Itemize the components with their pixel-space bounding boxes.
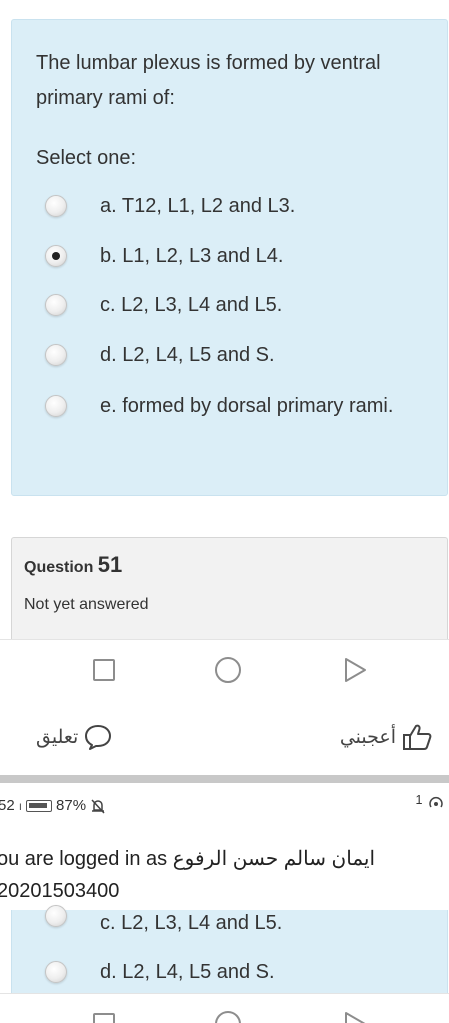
radio-option-d[interactable] (45, 344, 67, 366)
alarm-off-icon (91, 798, 105, 814)
status-number: 52 (0, 797, 15, 814)
radio-option-e[interactable] (45, 395, 67, 417)
comment-button[interactable]: تعليق (36, 722, 112, 752)
thumbs-up-icon (403, 724, 432, 750)
status-bar-right: 1 ! (416, 793, 449, 814)
post-divider (0, 775, 449, 783)
radio-option-b-selected[interactable] (45, 245, 67, 267)
notification-count: 1 (415, 793, 423, 807)
second-back-icon[interactable] (342, 1010, 368, 1023)
android-nav-bar (0, 639, 449, 700)
second-screenshot: 52 ı 87% 1 ! ou are logged in as ايمان س… (0, 783, 449, 1023)
option-a-label[interactable]: a. T12, L1, L2 and L3. (100, 190, 295, 222)
second-radio-option-c[interactable] (45, 905, 67, 927)
like-button[interactable]: أعجبني (340, 722, 432, 752)
second-home-icon[interactable] (215, 1011, 241, 1023)
battery-percent: 87% (56, 797, 87, 814)
option-c-label[interactable]: c. L2, L3, L4 and L5. (100, 289, 282, 321)
question-text: The lumbar plexus is formed by ventral p… (36, 52, 381, 109)
radio-option-a[interactable] (45, 195, 67, 217)
student-id: 20201503400 (0, 880, 120, 902)
back-icon[interactable] (342, 656, 368, 684)
signal-icon: ı (18, 798, 23, 813)
second-android-nav-bar (0, 993, 449, 1023)
question-card: The lumbar plexus is formed by ventral p… (11, 19, 448, 496)
comment-bubble-icon (85, 725, 112, 750)
social-action-bar: تعليق أعجبني (0, 700, 449, 775)
question-number: Question 51 (24, 552, 122, 578)
recent-apps-icon[interactable] (93, 659, 115, 681)
like-label: أعجبني (339, 726, 396, 748)
second-recent-apps-icon[interactable] (93, 1013, 115, 1023)
question-prefix: Question (24, 559, 94, 576)
option-b-label[interactable]: b. L1, L2, L3 and L4. (100, 240, 284, 272)
second-question-card: c. L2, L3, L4 and L5. d. L2, L4, L5 and … (11, 905, 448, 1000)
logged-in-text: ou are logged in as ايمان سالم حسن الرفو… (0, 848, 376, 870)
option-e-label[interactable]: e. formed by dorsal primary rami. (76, 390, 406, 422)
comment-label: تعليق (36, 726, 79, 748)
hotspot-icon (428, 797, 443, 808)
home-icon[interactable] (215, 657, 241, 683)
status-bar-left: 52 ı 87% (0, 797, 106, 814)
question-info-panel: Question 51 Not yet answered (11, 537, 448, 639)
option-d-label[interactable]: d. L2, L4, L5 and S. (100, 339, 275, 371)
select-one-label: Select one: (36, 147, 137, 169)
radio-option-c[interactable] (45, 294, 67, 316)
question-status: Not yet answered (24, 596, 149, 613)
second-option-c-label[interactable]: c. L2, L3, L4 and L5. (100, 907, 282, 939)
battery-icon (26, 799, 53, 812)
question-number-value: 51 (97, 552, 123, 577)
second-radio-option-d[interactable] (45, 961, 67, 983)
second-option-d-label[interactable]: d. L2, L4, L5 and S. (100, 956, 275, 988)
